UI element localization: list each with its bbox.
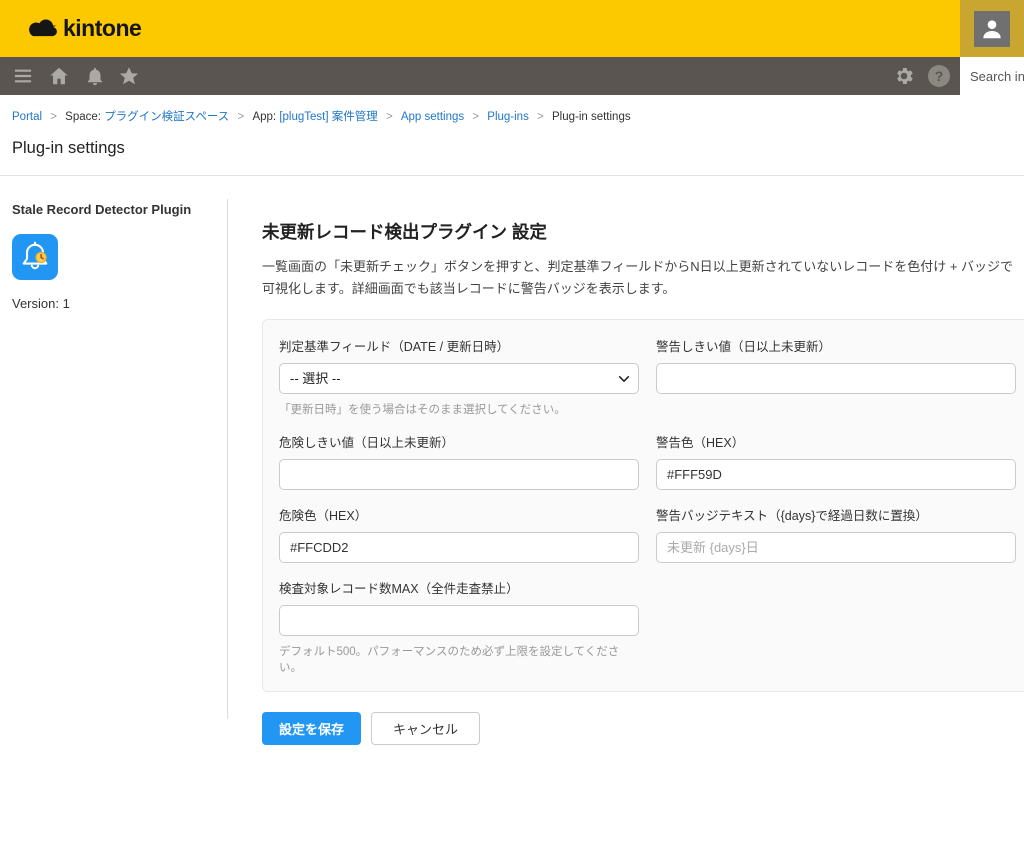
- warn-threshold-label: 警告しきい値（日以上未更新）: [656, 336, 1016, 355]
- breadcrumb-app-link[interactable]: [plugTest] 案件管理: [279, 111, 377, 123]
- cancel-button[interactable]: キャンセル: [371, 712, 480, 745]
- page-title: Plug-in settings: [12, 139, 1012, 158]
- save-button[interactable]: 設定を保存: [262, 712, 361, 745]
- help-glyph: ?: [935, 68, 944, 84]
- max-records-help: デフォルト500。パフォーマンスのため必ず上限を設定してください。: [279, 643, 639, 675]
- app-header: kintone: [0, 0, 1024, 57]
- favorites-star-icon[interactable]: [118, 65, 140, 87]
- hamburger-menu-icon[interactable]: [12, 65, 34, 87]
- plugin-version: Version: 1: [12, 296, 217, 311]
- content: Stale Record Detector Plugin Version: 1 …: [0, 184, 1024, 864]
- avatar: [974, 11, 1010, 47]
- breadcrumb-separator: >: [472, 111, 479, 123]
- max-records-input[interactable]: [279, 605, 639, 636]
- field-warn-color: 警告色（HEX）: [656, 432, 1016, 490]
- field-max-records: 検査対象レコード数MAX（全件走査禁止） デフォルト500。パフォーマンスのため…: [279, 578, 639, 675]
- max-records-label: 検査対象レコード数MAX（全件走査禁止）: [279, 578, 639, 597]
- breadcrumb-space-prefix: Space:: [65, 111, 101, 123]
- warn-threshold-input[interactable]: [656, 363, 1016, 394]
- plugin-settings-main: 未更新レコード検出プラグイン 設定 一覧画面の「未更新チェック」ボタンを押すと、…: [262, 184, 1024, 745]
- logo-text: kintone: [63, 15, 141, 42]
- breadcrumb-space-link[interactable]: プラグイン検証スペース: [104, 111, 229, 123]
- base-field-select-wrap: -- 選択 --: [279, 363, 639, 394]
- cloud-icon: [26, 16, 60, 41]
- plugin-name: Stale Record Detector Plugin: [12, 202, 217, 217]
- form-grid: 判定基準フィールド（DATE / 更新日時） -- 選択 -- 「更新日時」を使…: [279, 336, 1024, 675]
- plugin-sidebar: Stale Record Detector Plugin Version: 1: [12, 202, 217, 311]
- breadcrumb-separator: >: [537, 111, 544, 123]
- breadcrumb-separator: >: [386, 111, 393, 123]
- home-icon[interactable]: [48, 65, 70, 87]
- breadcrumb-portal-link[interactable]: Portal: [12, 111, 42, 123]
- breadcrumb-current: Plug-in settings: [552, 111, 631, 123]
- danger-color-input[interactable]: [279, 532, 639, 563]
- form-actions: 設定を保存 キャンセル: [262, 712, 1024, 745]
- base-field-help: 「更新日時」を使う場合はそのまま選択してください。: [279, 401, 639, 417]
- field-badge-text: 警告バッジテキスト（{days}で経過日数に置換）: [656, 505, 1016, 563]
- danger-color-label: 危険色（HEX）: [279, 505, 639, 524]
- navbar: ?: [0, 57, 1024, 95]
- settings-form-panel: 判定基準フィールド（DATE / 更新日時） -- 選択 -- 「更新日時」を使…: [262, 319, 1024, 692]
- danger-threshold-label: 危険しきい値（日以上未更新）: [279, 432, 639, 451]
- user-icon: [979, 16, 1005, 42]
- breadcrumb-separator: >: [50, 111, 57, 123]
- breadcrumb-app-settings-link[interactable]: App settings: [401, 111, 464, 123]
- breadcrumb-separator: >: [238, 111, 245, 123]
- kintone-logo[interactable]: kintone: [26, 15, 141, 42]
- base-field-select[interactable]: -- 選択 --: [279, 363, 639, 394]
- base-field-label: 判定基準フィールド（DATE / 更新日時）: [279, 336, 639, 355]
- breadcrumb-app-prefix: App:: [252, 111, 276, 123]
- badge-text-label: 警告バッジテキスト（{days}で経過日数に置換）: [656, 505, 1016, 524]
- warn-color-input[interactable]: [656, 459, 1016, 490]
- help-icon[interactable]: ?: [928, 65, 950, 87]
- breadcrumb: Portal > Space: プラグイン検証スペース > App: [plug…: [12, 108, 1012, 124]
- badge-text-input[interactable]: [656, 532, 1016, 563]
- field-warn-threshold: 警告しきい値（日以上未更新）: [656, 336, 1016, 394]
- bell-clock-icon: [15, 237, 55, 277]
- vertical-divider: [227, 199, 228, 719]
- settings-title: 未更新レコード検出プラグイン 設定: [262, 219, 1024, 244]
- warn-color-label: 警告色（HEX）: [656, 432, 1016, 451]
- field-danger-threshold: 危険しきい値（日以上未更新）: [279, 432, 639, 490]
- settings-description: 一覧画面の「未更新チェック」ボタンを押すと、判定基準フィールドからN日以上更新さ…: [262, 256, 1014, 300]
- notifications-bell-icon[interactable]: [84, 65, 106, 87]
- title-divider: [0, 175, 1024, 176]
- field-danger-color: 危険色（HEX）: [279, 505, 639, 563]
- breadcrumb-plugins-link[interactable]: Plug-ins: [487, 111, 529, 123]
- settings-gear-icon[interactable]: [893, 65, 915, 87]
- plugin-icon: [12, 234, 58, 280]
- search-input[interactable]: [960, 57, 1024, 95]
- field-base-field: 判定基準フィールド（DATE / 更新日時） -- 選択 -- 「更新日時」を使…: [279, 336, 639, 417]
- user-menu-button[interactable]: [960, 0, 1024, 57]
- danger-threshold-input[interactable]: [279, 459, 639, 490]
